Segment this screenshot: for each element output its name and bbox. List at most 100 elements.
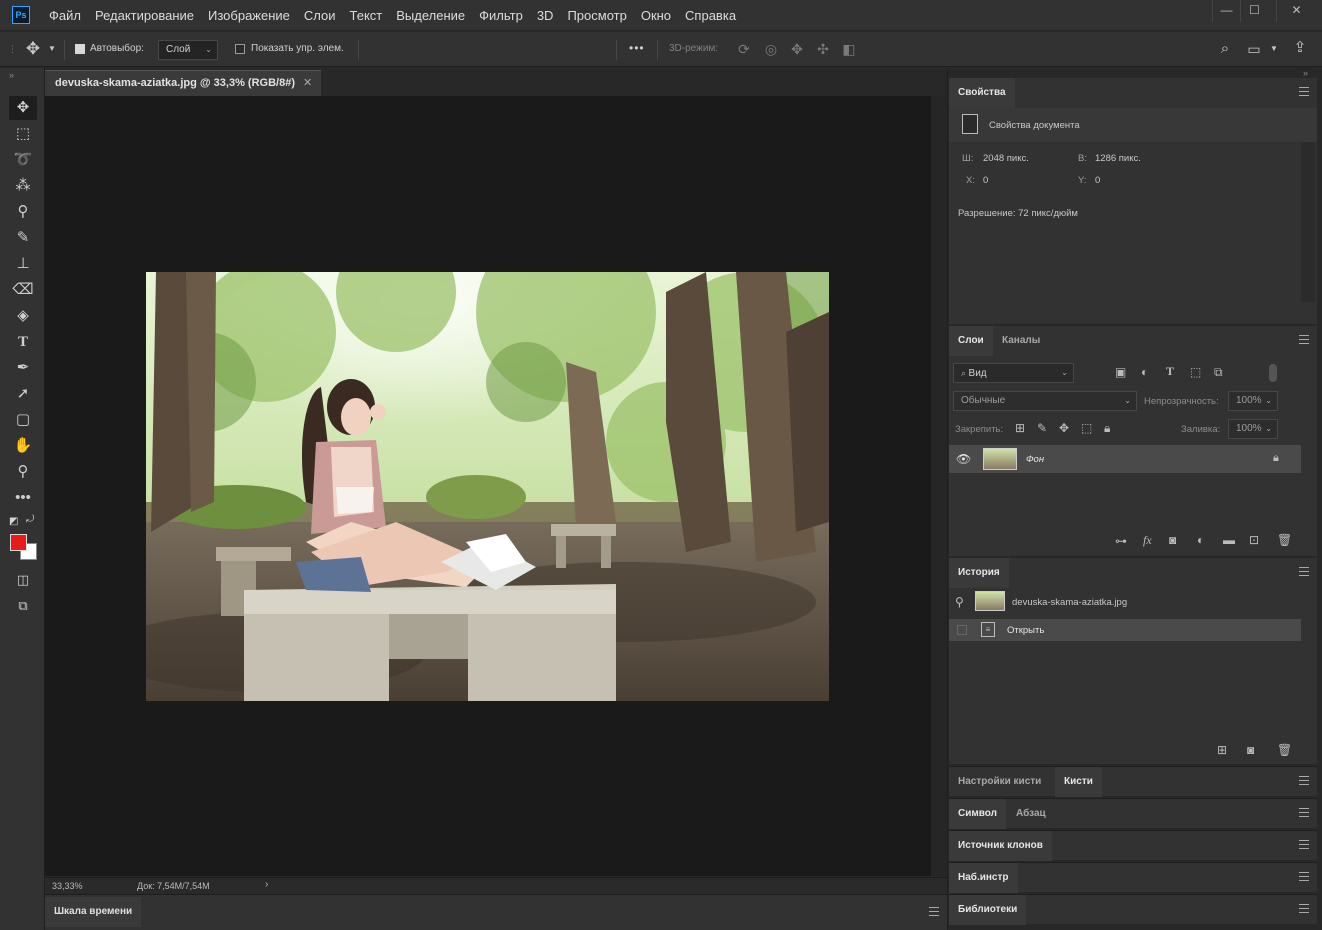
fill-input[interactable]: 100% ⌄	[1228, 419, 1278, 439]
lasso-tool-icon[interactable]: ➰	[9, 148, 37, 172]
scrollbar[interactable]	[931, 96, 947, 876]
add-mask-icon[interactable]: ◙	[1169, 533, 1176, 547]
brush-tool-icon[interactable]: ✎	[9, 226, 37, 250]
history-brush-icon[interactable]: ⚲	[955, 595, 964, 609]
new-layer-icon[interactable]: ⊡	[1249, 533, 1259, 547]
filter-type-icon[interactable]: T	[1166, 364, 1174, 379]
collapse-icon[interactable]: »	[1303, 68, 1308, 78]
menu-filter[interactable]: Фильтр	[472, 8, 530, 23]
path-selection-tool-icon[interactable]: ➚	[9, 382, 37, 406]
lock-pixels-icon[interactable]: ✎	[1037, 421, 1047, 435]
new-document-from-state-icon[interactable]: ⊞	[1217, 743, 1227, 757]
filter-pixel-icon[interactable]: ▣	[1115, 365, 1126, 379]
tab-history[interactable]: История	[949, 558, 1009, 588]
type-tool-icon[interactable]: T	[9, 330, 37, 354]
menu-edit[interactable]: Редактирование	[88, 8, 201, 23]
3d-scale-icon[interactable]: ◧	[838, 40, 860, 58]
lock-transparent-icon[interactable]: ⊞	[1015, 421, 1025, 435]
screen-mode-icon[interactable]: ⧉	[9, 594, 37, 618]
fx-icon[interactable]: fx	[1143, 533, 1152, 548]
blend-mode-dropdown[interactable]: Обычные ⌄	[953, 391, 1137, 411]
lock-position-icon[interactable]: ✥	[1059, 421, 1069, 435]
visibility-eye-icon[interactable]: 👁︎	[956, 452, 971, 466]
document-image[interactable]	[146, 272, 829, 701]
history-state-row[interactable]: ≡ Открыть	[949, 619, 1301, 641]
panel-menu-icon[interactable]	[1299, 776, 1309, 785]
chevron-down-icon[interactable]: ▼	[47, 40, 57, 58]
document-tab[interactable]: devuska-skama-aziatka.jpg @ 33,3% (RGB/8…	[45, 70, 321, 96]
close-button[interactable]: ✕	[1276, 0, 1316, 22]
menu-image[interactable]: Изображение	[201, 8, 297, 23]
menu-3d[interactable]: 3D	[530, 8, 561, 23]
more-options-button[interactable]: •••	[629, 41, 645, 55]
filter-smart-object-icon[interactable]: ⧉	[1214, 365, 1223, 380]
shape-tool-icon[interactable]: ▢	[9, 408, 37, 432]
move-tool-preset-icon[interactable]: ✥	[22, 40, 44, 58]
tab-channels[interactable]: Каналы	[993, 326, 1049, 356]
zoom-tool-icon[interactable]: ⚲	[9, 460, 37, 484]
trash-icon[interactable]: 🗑︎	[1277, 743, 1292, 757]
auto-select-target-dropdown[interactable]: Слой ⌄	[158, 40, 218, 60]
tab-character[interactable]: Символ	[949, 799, 1006, 829]
history-source-checkbox[interactable]	[957, 625, 967, 635]
tab-tool-presets[interactable]: Наб.инстр	[949, 863, 1018, 893]
trash-icon[interactable]: 🗑︎	[1277, 533, 1292, 547]
paint-bucket-tool-icon[interactable]: ◈	[9, 304, 37, 328]
tab-clone-source[interactable]: Источник клонов	[949, 831, 1052, 861]
panel-menu-icon[interactable]	[1299, 87, 1309, 96]
tab-layers[interactable]: Слои	[949, 326, 993, 356]
layer-row[interactable]: 👁︎ Фон 🔒︎	[949, 445, 1301, 473]
menu-help[interactable]: Справка	[678, 8, 743, 23]
collapse-icon[interactable]: »	[9, 70, 14, 80]
panel-menu-icon[interactable]	[1299, 567, 1309, 576]
chevron-down-icon[interactable]: ▼	[1268, 40, 1280, 58]
move-tool-icon[interactable]: ✥	[9, 96, 37, 120]
auto-select-checkbox[interactable]	[75, 44, 85, 54]
chevron-right-icon[interactable]: ›	[265, 879, 268, 890]
menu-layers[interactable]: Слои	[297, 8, 343, 23]
menu-window[interactable]: Окно	[634, 8, 678, 23]
magic-wand-tool-icon[interactable]: ⁂	[9, 174, 37, 198]
lock-artboard-icon[interactable]: ⬚	[1081, 421, 1092, 435]
filter-shape-icon[interactable]: ⬚	[1190, 365, 1201, 379]
maximize-button[interactable]: ☐	[1240, 0, 1268, 22]
marquee-tool-icon[interactable]: ⬚	[9, 122, 37, 146]
adjustment-layer-icon[interactable]: ◐	[1197, 533, 1204, 547]
panel-menu-icon[interactable]	[1299, 872, 1309, 881]
eraser-tool-icon[interactable]: ⌫	[9, 278, 37, 302]
tab-paragraph[interactable]: Абзац	[1007, 799, 1055, 829]
tab-libraries[interactable]: Библиотеки	[949, 895, 1027, 925]
tab-brushes[interactable]: Кисти	[1055, 767, 1102, 797]
opacity-input[interactable]: 100% ⌄	[1228, 391, 1278, 411]
eyedropper-tool-icon[interactable]: ⚲	[9, 200, 37, 224]
more-tools-icon[interactable]: •••	[9, 486, 37, 510]
minimize-button[interactable]: —	[1212, 0, 1240, 22]
panel-menu-icon[interactable]	[1299, 335, 1309, 344]
tab-brush-settings[interactable]: Настройки кисти	[949, 767, 1050, 797]
folder-icon[interactable]: ▬	[1223, 533, 1235, 547]
panel-menu-icon[interactable]	[1299, 904, 1309, 913]
hand-tool-icon[interactable]: ✋	[9, 434, 37, 458]
link-layers-icon[interactable]: ⊶	[1115, 534, 1127, 548]
filter-toggle-switch[interactable]	[1269, 364, 1277, 382]
3d-roll-icon[interactable]: ◎	[760, 40, 782, 58]
swap-colors-icon[interactable]: ⤾	[26, 514, 34, 525]
3d-pan-icon[interactable]: ✥	[786, 40, 808, 58]
show-transform-checkbox[interactable]	[235, 44, 245, 54]
layer-filter-dropdown[interactable]: ⌕ Вид ⌄	[953, 363, 1074, 383]
panel-menu-icon[interactable]	[929, 907, 939, 916]
workspace-icon[interactable]: ▭	[1243, 40, 1265, 58]
default-colors-icon[interactable]: ◩	[9, 516, 18, 527]
lock-all-icon[interactable]: 🔒︎	[1104, 421, 1110, 436]
share-icon[interactable]: ⇪	[1289, 39, 1311, 57]
scrollbar[interactable]	[1301, 142, 1315, 302]
clone-stamp-tool-icon[interactable]: ⊥	[9, 252, 37, 276]
filter-adjustment-icon[interactable]: ◐	[1141, 365, 1148, 379]
quick-mask-icon[interactable]: ◫	[9, 568, 37, 592]
foreground-color-swatch[interactable]	[10, 534, 27, 551]
menu-file[interactable]: Файл	[42, 8, 88, 23]
menu-view[interactable]: Просмотр	[560, 8, 633, 23]
snapshot-name[interactable]: devuska-skama-aziatka.jpg	[1012, 597, 1127, 608]
zoom-level[interactable]: 33,33%	[52, 881, 83, 891]
tab-properties[interactable]: Свойства	[949, 78, 1015, 108]
